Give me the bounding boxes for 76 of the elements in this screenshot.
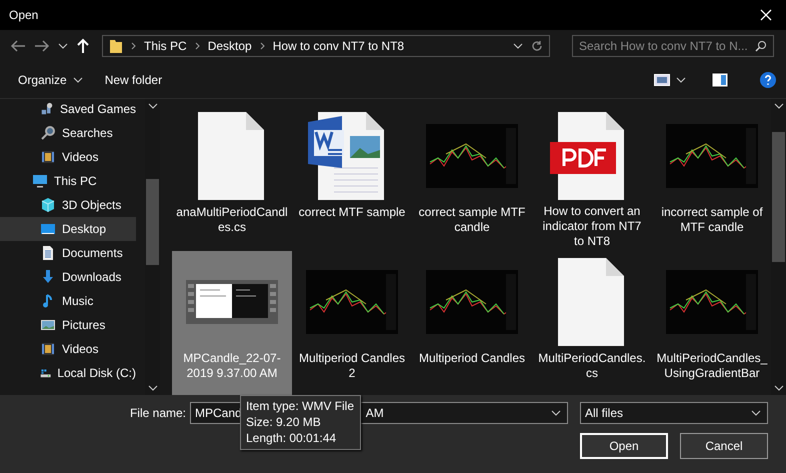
file-name: Multiperiod Candles 2 — [298, 351, 406, 381]
chevron-icon — [131, 42, 136, 50]
file-name: How to convert an indicator from NT7 to NT8 — [542, 204, 642, 249]
new-folder-button[interactable]: New folder — [96, 69, 170, 91]
breadcrumb[interactable]: How to conv NT7 to NT8 — [272, 39, 404, 53]
address-dropdown-icon[interactable] — [513, 43, 523, 49]
sidebar-item[interactable]: 3D Objects — [0, 193, 136, 217]
file-item[interactable]: MultiPeriodCandles_UsingGradientBar — [652, 251, 771, 395]
file-item[interactable]: Multiperiod Candles 2 — [292, 251, 412, 395]
window-title: Open — [9, 8, 38, 22]
sidebar-item[interactable]: This PC — [0, 169, 136, 193]
file-name-label: File name: — [130, 406, 187, 420]
search-icon — [755, 40, 767, 52]
recent-locations-icon[interactable] — [58, 43, 68, 49]
sidebar-item[interactable]: Videos — [0, 337, 136, 361]
search-icon — [40, 125, 56, 141]
dropdown-icon[interactable] — [551, 410, 561, 416]
caret-icon[interactable] — [72, 77, 83, 83]
file-item[interactable]: How to convert an indicator from NT7 to NT8 — [532, 105, 652, 251]
pictures-icon — [40, 317, 56, 333]
videos-icon — [40, 149, 56, 165]
help-icon[interactable] — [760, 72, 776, 88]
breadcrumb[interactable]: Desktop — [208, 39, 252, 53]
close-icon — [760, 9, 772, 21]
chevron-icon — [260, 42, 265, 50]
videos-icon — [40, 341, 56, 357]
sidebar-item[interactable]: Documents — [0, 241, 136, 265]
sidebar-item[interactable]: Saved Games — [0, 99, 136, 121]
file-item[interactable]: Multiperiod Candles — [412, 251, 532, 395]
forward-icon[interactable] — [34, 39, 50, 53]
file-name: correct sample MTF candle — [418, 205, 526, 235]
open-button[interactable]: Open — [580, 433, 668, 459]
up-icon[interactable] — [76, 38, 90, 54]
file-item[interactable]: correct sample MTF candle — [412, 105, 532, 251]
sidebar-item[interactable]: Downloads — [0, 265, 136, 289]
file-name: correct MTF sample — [298, 205, 406, 220]
sidebar-item[interactable]: Videos — [0, 145, 136, 169]
file-name: MultiPeriodCandles.cs — [537, 351, 647, 381]
search-field[interactable]: Search How to conv NT7 to N... — [572, 35, 774, 57]
file-name: anaMultiPeriodCandles.cs — [176, 205, 288, 235]
desktop-icon — [40, 221, 56, 237]
file-name: MPCandle_22-07-2019 9.37.00 AM — [182, 351, 282, 381]
documents-icon — [40, 245, 56, 261]
folder-icon — [109, 38, 123, 54]
games-icon — [40, 101, 54, 117]
breadcrumb[interactable]: This PC — [144, 39, 187, 53]
cancel-button[interactable]: Cancel — [680, 433, 768, 459]
refresh-icon[interactable] — [531, 40, 543, 52]
sidebar-item[interactable]: Desktop — [0, 217, 136, 241]
file-item[interactable]: correct MTF sample — [292, 105, 412, 251]
sidebar-item[interactable]: Music — [0, 289, 136, 313]
pc-icon — [32, 173, 48, 189]
file-name: incorrect sample of MTF candle — [660, 205, 764, 235]
view-options-icon[interactable] — [654, 74, 670, 86]
objects-icon — [40, 197, 56, 213]
file-item[interactable]: MultiPeriodCandles.cs — [532, 251, 652, 395]
sidebar-item[interactable]: Local Disk (C:) — [0, 361, 136, 385]
preview-pane-icon[interactable] — [712, 73, 728, 87]
scroll-down-icon[interactable] — [774, 385, 784, 391]
view-dropdown-icon[interactable] — [676, 77, 686, 83]
chevron-icon — [194, 42, 200, 50]
organize-button[interactable]: Organize — [10, 69, 91, 91]
downloads-icon — [40, 269, 56, 285]
sidebar-item[interactable]: Pictures — [0, 313, 136, 337]
tooltip-line: Length: 00:01:44 — [246, 430, 338, 446]
file-item[interactable]: anaMultiPeriodCandles.cs — [172, 105, 292, 251]
scroll-down-icon[interactable] — [148, 385, 158, 391]
back-icon[interactable] — [10, 39, 26, 53]
file-item[interactable]: incorrect sample of MTF candle — [652, 105, 771, 251]
dropdown-icon[interactable] — [751, 410, 761, 416]
address-bar[interactable]: This PC Desktop How to conv NT7 to NT8 — [102, 35, 550, 57]
file-type-dropdown[interactable]: All files — [580, 402, 768, 424]
file-name: Multiperiod Candles — [418, 351, 526, 366]
file-item[interactable]: MPCandle_22-07-2019 9.37.00 AM — [172, 251, 292, 395]
file-name: MultiPeriodCandles_UsingGradientBar — [656, 351, 768, 381]
sidebar-item[interactable]: Searches — [0, 121, 136, 145]
